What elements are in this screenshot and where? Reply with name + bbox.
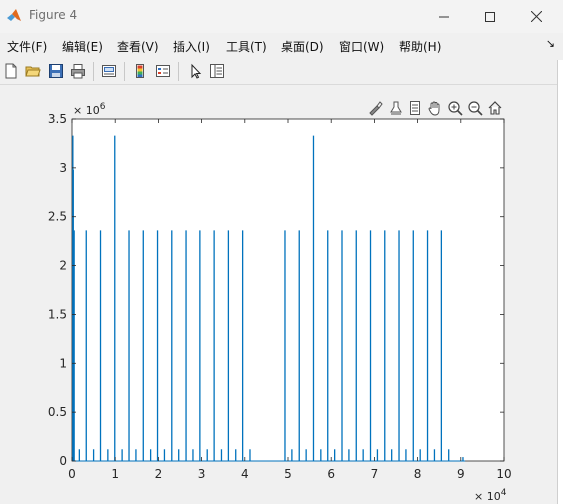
x-tick-label: 1: [111, 467, 119, 481]
y-tick-label: 1: [59, 356, 67, 370]
home-icon[interactable]: [486, 99, 504, 117]
y-tick-label: 2.5: [48, 210, 67, 224]
zoom-out-icon[interactable]: [466, 99, 484, 117]
x-tick-label: 9: [457, 467, 465, 481]
y-tick-label: 0: [59, 454, 67, 468]
x-tick-label: 0: [68, 467, 76, 481]
x-tick-label: 7: [371, 467, 379, 481]
x-tick-label: 10: [496, 467, 511, 481]
plot-area[interactable]: [71, 118, 505, 462]
zoom-in-icon[interactable]: [446, 99, 464, 117]
restore-view-icon[interactable]: [406, 99, 424, 117]
x-tick-label: 2: [155, 467, 163, 481]
y-axis-exponent: × 106: [73, 102, 106, 117]
y-tick-label: 2: [59, 259, 67, 273]
background-window-edge: [557, 60, 563, 504]
pan-hand-icon[interactable]: [426, 99, 444, 117]
y-tick-label: 1.5: [48, 307, 67, 321]
y-tick-label: 0.5: [48, 405, 67, 419]
x-tick-label: 3: [198, 467, 206, 481]
x-tick-label: 4: [241, 467, 249, 481]
figure-window: Figure 4 文件(F) 编辑(E) 查看(V) 插入(I) 工具(T) 桌…: [0, 0, 563, 504]
line-plot: 0 1 2 3 4 5 6 7 8 9 10 0 0.5 1 1.5 2 2.5 3 3.5 × 106 × 10…: [48, 102, 512, 503]
x-tick-label: 6: [327, 467, 335, 481]
x-tick-label: 8: [414, 467, 422, 481]
x-axis-exponent: × 104: [474, 488, 507, 503]
y-tick-label: 3.5: [48, 112, 67, 126]
axes[interactable]: [71, 118, 505, 462]
data-tips-icon[interactable]: [387, 99, 405, 117]
x-tick-label: 5: [284, 467, 292, 481]
brush-icon[interactable]: [366, 99, 384, 117]
y-tick-label: 3: [59, 161, 67, 175]
